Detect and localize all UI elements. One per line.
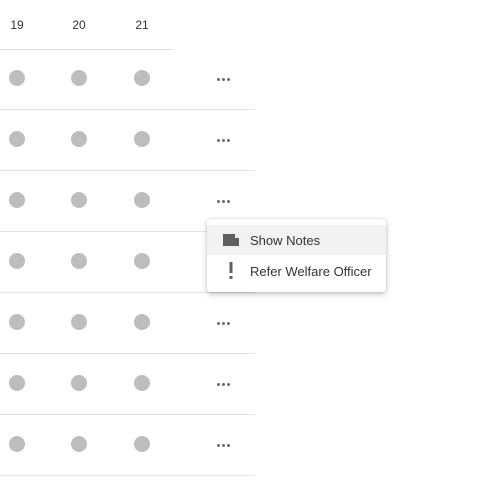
status-dot[interactable] xyxy=(71,192,87,208)
context-menu: Show Notes Refer Welfare Officer xyxy=(207,219,386,292)
status-dot[interactable] xyxy=(9,314,25,330)
table-row xyxy=(0,354,255,415)
more-options-icon[interactable] xyxy=(216,132,234,148)
table-row xyxy=(0,415,255,476)
status-dot[interactable] xyxy=(134,436,150,452)
more-options-icon[interactable] xyxy=(216,376,234,392)
more-options-icon[interactable] xyxy=(216,71,234,87)
status-dot[interactable] xyxy=(71,375,87,391)
table-row xyxy=(0,110,255,171)
status-dot[interactable] xyxy=(71,70,87,86)
menu-item-show-notes[interactable]: Show Notes xyxy=(207,225,386,255)
status-dot[interactable] xyxy=(9,436,25,452)
status-dot[interactable] xyxy=(9,70,25,86)
status-dot[interactable] xyxy=(9,192,25,208)
status-dot[interactable] xyxy=(71,131,87,147)
status-dot[interactable] xyxy=(9,131,25,147)
status-dot[interactable] xyxy=(71,436,87,452)
more-options-icon[interactable] xyxy=(216,437,234,453)
status-dot[interactable] xyxy=(71,253,87,269)
more-options-icon[interactable] xyxy=(216,315,234,331)
status-dot[interactable] xyxy=(134,253,150,269)
status-dot[interactable] xyxy=(134,314,150,330)
status-dot[interactable] xyxy=(71,314,87,330)
more-options-icon[interactable] xyxy=(216,193,234,209)
status-dot[interactable] xyxy=(134,70,150,86)
menu-item-label: Show Notes xyxy=(250,233,321,248)
day-header-20: 20 xyxy=(72,18,86,32)
exclamation-icon xyxy=(222,262,240,280)
day-header-21: 21 xyxy=(135,18,149,32)
menu-item-label: Refer Welfare Officer xyxy=(250,264,372,279)
day-header-19: 19 xyxy=(10,18,24,32)
note-icon xyxy=(222,231,240,249)
status-dot[interactable] xyxy=(9,375,25,391)
status-dot[interactable] xyxy=(134,192,150,208)
status-dot[interactable] xyxy=(134,375,150,391)
menu-item-refer-welfare-officer[interactable]: Refer Welfare Officer xyxy=(207,256,386,286)
status-dot[interactable] xyxy=(134,131,150,147)
table-row xyxy=(0,49,255,110)
status-dot[interactable] xyxy=(9,253,25,269)
grid-header: 19 20 21 xyxy=(0,0,174,50)
table-row xyxy=(0,293,255,354)
